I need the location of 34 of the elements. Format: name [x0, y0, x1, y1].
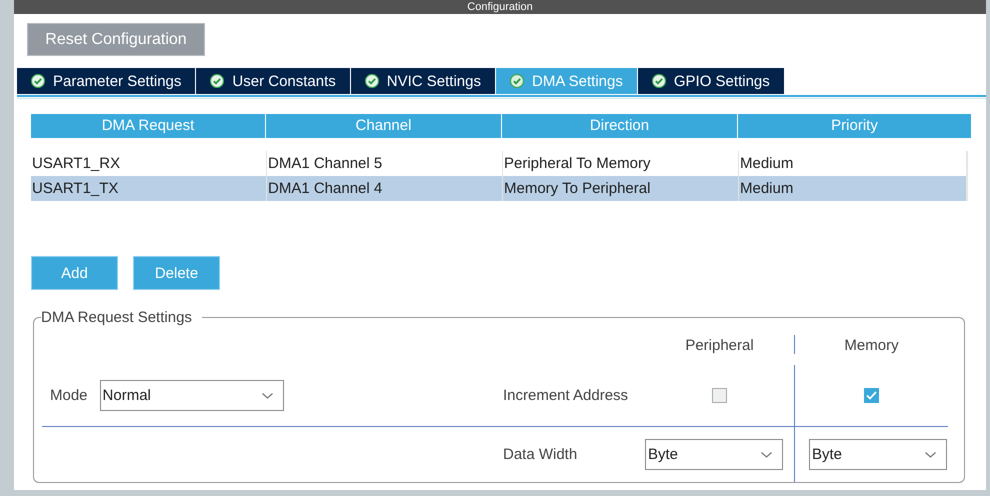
data-width-label: Data Width	[503, 446, 578, 463]
column-header: Channel	[266, 114, 501, 138]
column-header: Priority	[738, 114, 971, 138]
chevron-icon	[925, 452, 936, 458]
tab[interactable]: User Constants	[196, 68, 350, 94]
chevron-icon	[262, 392, 273, 398]
tab[interactable]: NVIC Settings	[350, 68, 495, 94]
check-icon	[210, 74, 224, 88]
table-cell: DMA1 Channel 4	[266, 176, 501, 201]
column-header: Direction	[502, 114, 737, 138]
increment-label: Increment Address	[503, 387, 628, 404]
mode-select[interactable]: Normal	[100, 380, 284, 411]
peripheral-width-select[interactable]: Byte	[645, 439, 783, 470]
check-icon	[364, 74, 379, 88]
checkbox[interactable]	[712, 388, 727, 403]
column-header: Peripheral	[645, 335, 795, 354]
table-cell: Medium	[738, 176, 971, 201]
check-icon	[510, 74, 524, 88]
group-title: DMA Request Settings	[41, 309, 193, 326]
column-header: DMA Request	[31, 114, 265, 138]
chevron-icon	[761, 452, 772, 458]
table-cell-text: USART1_RX	[31, 154, 122, 174]
mode-label: Mode	[50, 387, 88, 404]
table-cell: Memory To Peripheral	[502, 176, 737, 201]
tab[interactable]: GPIO Settings	[638, 68, 784, 94]
window-title: Configuration	[14, 0, 986, 14]
memory-width-select[interactable]: Byte	[809, 439, 947, 470]
column-header: Memory	[843, 336, 900, 354]
table-cell-text: USART1_TX	[31, 179, 120, 199]
table-row[interactable]: USART1_TX DMA1 Channel 4 Memory To Peripheral Medium	[31, 176, 966, 201]
check-icon	[652, 74, 666, 88]
check-icon	[31, 74, 45, 88]
tab[interactable]: Parameter Settings	[17, 68, 196, 94]
checkbox[interactable]	[864, 388, 879, 403]
